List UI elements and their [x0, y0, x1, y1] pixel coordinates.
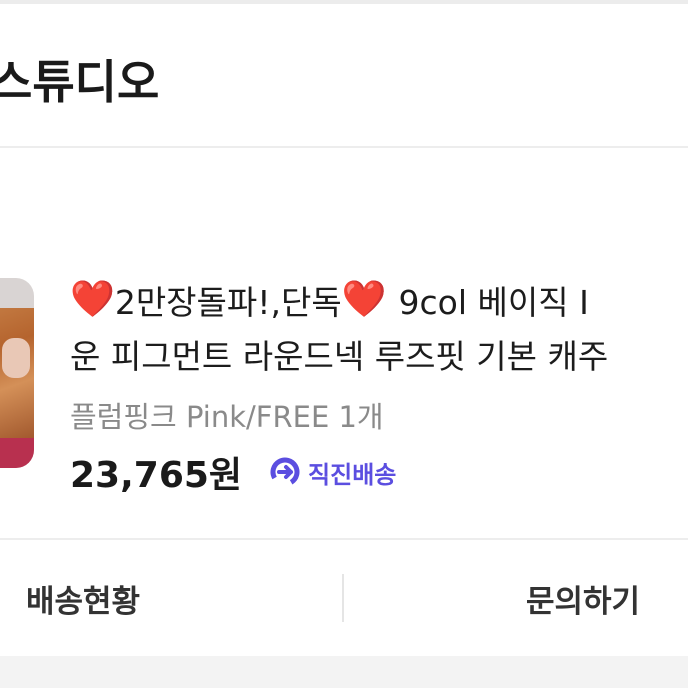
action-separator: [342, 574, 344, 622]
order-actions: 배송현황 문의하기: [0, 540, 688, 656]
heart-icon: ❤️: [341, 279, 387, 320]
price-row: 23,765원 직진배송: [70, 446, 396, 498]
order-page: 스튜디오 ❤️ 2만장돌파!,단독 ❤️ 9col 베이직 I 운 피그먼트 라…: [0, 0, 688, 688]
inquiry-button[interactable]: 문의하기: [526, 540, 640, 656]
thumbnail-model: [2, 338, 30, 378]
title-part-a: 2만장돌파!,단독: [114, 283, 342, 322]
title-part-b: 9col 베이직 I: [398, 283, 589, 322]
product-card[interactable]: ❤️ 2만장돌파!,단독 ❤️ 9col 베이직 I 운 피그먼트 라운드넥 루…: [0, 148, 688, 538]
store-name[interactable]: 스튜디오: [0, 46, 159, 112]
delivery-status-button[interactable]: 배송현황: [26, 540, 140, 656]
heart-icon: ❤️: [70, 279, 115, 320]
thumbnail-accent: [0, 438, 34, 468]
product-price: 23,765원: [70, 455, 243, 496]
product-thumbnail[interactable]: [0, 278, 34, 468]
product-title-line-2[interactable]: 운 피그먼트 라운드넥 루즈핏 기본 캐주: [70, 330, 608, 378]
product-title-line-1[interactable]: ❤️ 2만장돌파!,단독 ❤️ 9col 베이직 I: [70, 276, 589, 324]
thumbnail-garment: [0, 308, 34, 448]
arrow-circle-icon: [270, 457, 300, 487]
shipping-badge: 직진배송: [308, 460, 397, 489]
store-header[interactable]: 스튜디오: [0, 4, 688, 146]
bottom-spacer: [0, 656, 688, 688]
product-option: 플럼핑크 Pink/FREE 1개: [70, 400, 384, 434]
